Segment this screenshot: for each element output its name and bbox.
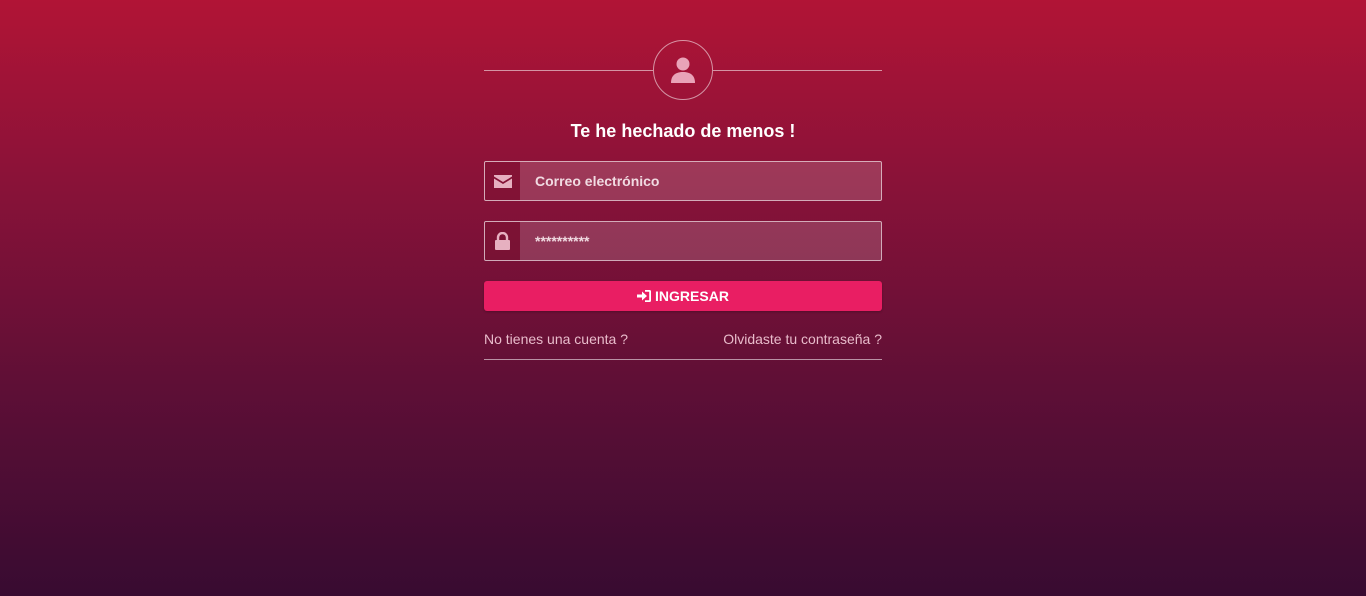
forgot-password-link[interactable]: Olvidaste tu contraseña ? bbox=[723, 331, 882, 347]
divider-right bbox=[713, 70, 882, 71]
password-icon-box bbox=[485, 222, 520, 260]
envelope-icon bbox=[493, 174, 512, 188]
sign-in-icon bbox=[637, 290, 652, 302]
avatar bbox=[653, 40, 713, 100]
login-button[interactable]: INGRESAR bbox=[484, 281, 882, 311]
email-field-group bbox=[484, 161, 882, 201]
divider-left bbox=[484, 70, 653, 71]
user-icon bbox=[671, 57, 695, 83]
email-icon-box bbox=[485, 162, 520, 200]
avatar-header bbox=[484, 40, 882, 100]
page-title: Te he hechado de menos ! bbox=[570, 121, 796, 141]
auth-links: No tienes una cuenta ? Olvidaste tu cont… bbox=[484, 331, 882, 347]
login-card: Te he hechado de menos ! INGRESAR No tie… bbox=[484, 40, 882, 360]
login-button-label: INGRESAR bbox=[655, 288, 729, 304]
email-input[interactable] bbox=[520, 162, 881, 200]
password-field-group bbox=[484, 221, 882, 261]
lock-icon bbox=[495, 232, 510, 250]
register-link[interactable]: No tienes una cuenta ? bbox=[484, 331, 628, 347]
password-input[interactable] bbox=[520, 222, 881, 260]
divider-bottom bbox=[484, 359, 882, 360]
